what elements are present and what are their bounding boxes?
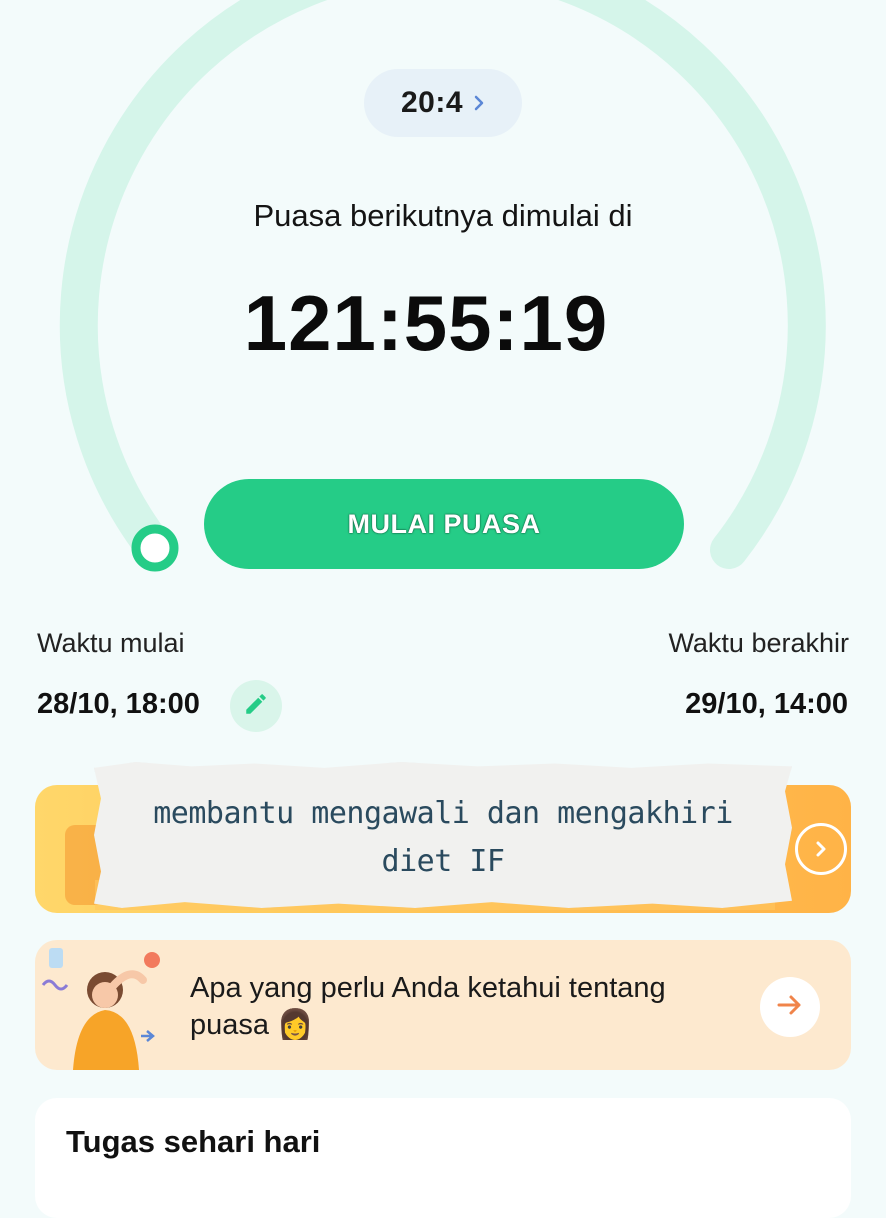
overlay-note-text: membantu mengawali dan mengakhiri diet I… [94, 790, 792, 886]
overlay-note-line-2: diet IF [381, 844, 505, 879]
fasting-info-line-1: Apa yang perlu Anda ketahui tentang [190, 972, 666, 1004]
fasting-info-text: Apa yang perlu Anda ketahui tentang puas… [190, 970, 740, 1044]
arrow-right-icon [776, 993, 804, 1022]
edit-start-time-button[interactable] [230, 680, 282, 732]
pencil-icon [243, 691, 269, 722]
woman-illustration [41, 948, 160, 1070]
arrow-right-circle-icon[interactable] [795, 823, 847, 875]
overlay-note-line-1: membantu mengawali dan mengakhiri [153, 796, 733, 831]
daily-tasks-title: Tugas sehari hari [66, 1124, 321, 1159]
end-time-label: Waktu berakhir [668, 628, 849, 658]
end-time-value: 29/10, 14:00 [685, 688, 848, 720]
fasting-info-line-2: puasa 👩 [190, 1009, 314, 1041]
ring-start-knob[interactable] [131, 524, 179, 572]
next-fast-label: Puasa berikutnya dimulai di [253, 198, 633, 233]
start-time-value[interactable]: 28/10, 18:00 [37, 688, 200, 721]
countdown-timer: 121:55:19 [243, 279, 609, 367]
info-card-arrow-button[interactable] [760, 977, 820, 1037]
start-fast-button[interactable]: MULAI PUASA [204, 479, 684, 569]
start-time-label: Waktu mulai [37, 628, 185, 658]
fasting-plan-label: 20:4 [400, 86, 464, 119]
chevron-right-icon [473, 94, 485, 112]
fasting-plan-selector[interactable]: 20:4 [364, 69, 522, 137]
